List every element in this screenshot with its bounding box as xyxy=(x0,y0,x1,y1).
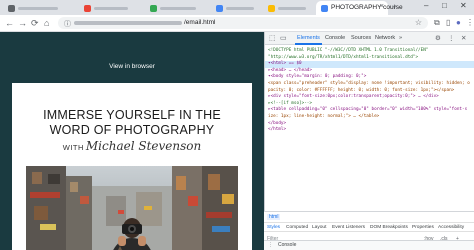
subtab-properties[interactable]: Properties xyxy=(412,225,434,230)
url-blurred xyxy=(74,21,182,25)
inspect-element-icon[interactable]: ⬚ xyxy=(269,34,276,42)
extensions-icon[interactable]: ⧉ xyxy=(434,18,440,28)
tab-favicon-icon xyxy=(321,5,328,12)
headline-line-1: IMMERSE YOURSELF IN THE xyxy=(43,108,221,122)
browser-tab[interactable] xyxy=(146,2,208,15)
styles-subtabs: Styles Computed Layout Event Listeners D… xyxy=(264,222,474,232)
active-tab[interactable]: PHOTOGRAPHY course × xyxy=(316,1,403,15)
console-drawer[interactable]: ⋮ Console xyxy=(264,240,474,250)
tab-title-blurred xyxy=(18,7,58,10)
close-window-button[interactable]: ✕ xyxy=(460,1,467,10)
close-tab-icon[interactable]: × xyxy=(380,3,384,10)
headline-line-2: WORD OF PHOTOGRAPHY xyxy=(49,123,215,137)
console-drawer-tab[interactable]: Console xyxy=(278,242,296,248)
subtab-dom-breakpoints[interactable]: DOM Breakpoints xyxy=(370,225,408,230)
more-tabs-icon[interactable]: » xyxy=(399,35,402,41)
site-info-icon[interactable]: ⓘ xyxy=(64,19,71,29)
headline: IMMERSE YOURSELF IN THE WORD OF PHOTOGRA… xyxy=(12,108,252,138)
hero-photo xyxy=(26,166,238,250)
dom-node-line[interactable]: ▾<html> == $0 xyxy=(268,61,302,68)
dom-node-line[interactable]: ▸<div style="font-size:0px;color:transpa… xyxy=(268,94,439,101)
subtab-computed[interactable]: Computed xyxy=(286,225,308,230)
tab-network[interactable]: Network xyxy=(375,35,395,41)
browser-tab[interactable] xyxy=(80,2,140,15)
tab-title-blurred xyxy=(160,7,196,10)
bookmark-star-icon[interactable]: ☆ xyxy=(415,18,422,27)
breadcrumb[interactable]: html xyxy=(267,214,281,220)
forward-button[interactable]: → xyxy=(18,18,27,28)
tab-elements[interactable]: Elements xyxy=(295,35,322,45)
side-panel-icon[interactable]: ▯ xyxy=(446,18,450,27)
new-tab-button[interactable]: + xyxy=(392,2,397,12)
devtools-settings-icon[interactable]: ⚙ xyxy=(435,34,441,42)
home-button[interactable]: ⌂ xyxy=(44,18,49,28)
photographer-street-image xyxy=(26,166,238,250)
dom-node-line[interactable]: <span class="preheader" style="display: … xyxy=(268,81,470,88)
dom-node-line[interactable]: ▾<body style="margin: 0; padding: 0;"> xyxy=(268,74,366,81)
device-toolbar-icon[interactable]: ▭ xyxy=(280,34,287,42)
reload-button[interactable]: ⟳ xyxy=(31,18,39,28)
author-name: Michael Stevenson xyxy=(85,139,202,153)
browser-menu-icon[interactable]: ⋮ xyxy=(466,18,474,27)
minimize-button[interactable]: – xyxy=(424,1,428,10)
devtools-close-icon[interactable]: ✕ xyxy=(461,34,466,42)
back-button[interactable]: ← xyxy=(5,18,14,28)
browser-tab[interactable] xyxy=(212,2,262,15)
maximize-button[interactable]: □ xyxy=(442,1,447,10)
tab-favicon-icon xyxy=(84,5,91,12)
tab-favicon-icon xyxy=(150,5,157,12)
email-content-card: IMMERSE YOURSELF IN THE WORD OF PHOTOGRA… xyxy=(12,83,252,250)
tab-favicon-icon xyxy=(268,5,275,12)
subtab-event-listeners[interactable]: Event Listeners xyxy=(332,225,365,230)
byline: WITH Michael Stevenson xyxy=(12,139,252,153)
tab-sources[interactable]: Sources xyxy=(351,35,371,41)
url-path: /email.html xyxy=(184,19,216,26)
email-page: View in browser IMMERSE YOURSELF IN THE … xyxy=(0,32,264,250)
dom-node-line[interactable]: </html> xyxy=(268,127,286,134)
tab-title-blurred xyxy=(226,7,254,10)
subtab-styles[interactable]: Styles xyxy=(267,225,280,230)
subtab-accessibility[interactable]: Accessibility xyxy=(438,225,464,230)
tab-console[interactable]: Console xyxy=(325,35,345,41)
tab-title-blurred xyxy=(278,7,306,10)
browser-tab[interactable] xyxy=(264,2,314,15)
view-in-browser-link[interactable]: View in browser xyxy=(0,63,264,70)
tab-title-blurred xyxy=(94,7,128,10)
devtools-more-icon[interactable]: ⋮ xyxy=(448,34,455,42)
tab-strip: PHOTOGRAPHY course × + – □ ✕ xyxy=(0,0,474,15)
tab-favicon-icon xyxy=(216,5,223,12)
page-right-margin xyxy=(252,32,264,250)
profile-avatar[interactable]: ● xyxy=(456,18,461,27)
tab-favicon-icon xyxy=(8,5,15,12)
dom-node-line[interactable]: <!DOCTYPE html PUBLIC "-//W3C//DTD XHTML… xyxy=(268,48,428,55)
byline-with: WITH xyxy=(62,143,84,152)
browser-tab[interactable] xyxy=(4,2,74,15)
devtools-tabbar: ⬚ ▭ Elements Console Sources Network » ⚙… xyxy=(265,32,474,45)
dom-node-line[interactable]: ize: 1px; line-height: normal;"> … </tab… xyxy=(268,114,379,121)
browser-toolbar: ← → ⟳ ⌂ ⓘ /email.html ☆ ⧉ ▯ ● ⋮ xyxy=(0,15,474,32)
subtab-layout[interactable]: Layout xyxy=(312,225,326,230)
address-bar[interactable]: ⓘ /email.html ☆ xyxy=(58,17,428,29)
dom-node-line[interactable]: ▸<table cellpadding="0" cellspacing="0" … xyxy=(268,107,467,114)
drawer-menu-icon[interactable]: ⋮ xyxy=(268,242,273,248)
